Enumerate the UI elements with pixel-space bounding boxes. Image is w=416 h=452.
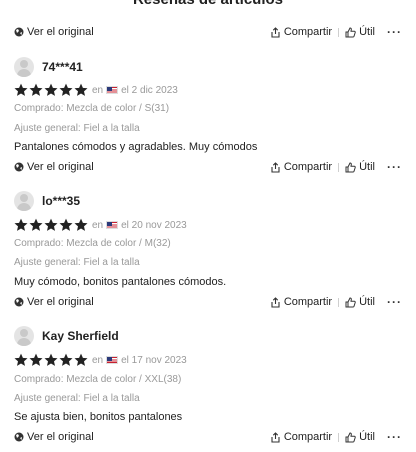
more-icon[interactable]: ··· xyxy=(387,431,402,443)
purchased-info: Comprado: Mezcla de color / S(31) xyxy=(14,103,170,114)
useful-button[interactable]: Útil xyxy=(345,161,375,173)
star-icon xyxy=(44,218,58,231)
thumbs-up-icon xyxy=(345,296,356,307)
us-flag-icon xyxy=(106,356,119,364)
reviewer: Kay Sherfield xyxy=(14,326,119,346)
share-icon xyxy=(271,296,280,308)
thumbs-up-icon xyxy=(345,431,356,442)
star-icon xyxy=(44,83,58,96)
see-original-link[interactable]: Ver el original xyxy=(14,296,94,308)
page-title: Reseñas de artículos xyxy=(0,0,416,8)
location-prefix: en xyxy=(92,219,104,231)
reviewer: 74***41 xyxy=(14,57,83,77)
thumbs-up-icon xyxy=(345,161,356,172)
star-icon xyxy=(29,83,43,96)
share-button[interactable]: Compartir xyxy=(270,431,332,443)
reviewer-name: 74***41 xyxy=(42,60,83,74)
star-icon xyxy=(44,353,58,366)
star-icon xyxy=(14,353,28,366)
action-bar: Ver el original Compartir Útil ··· xyxy=(0,428,416,446)
avatar-icon xyxy=(14,191,34,211)
share-icon xyxy=(271,431,280,443)
review-date: el 17 nov 2023 xyxy=(121,354,187,366)
divider xyxy=(338,432,340,442)
review-comment: Muy cómodo, bonitos pantalones cómodos. xyxy=(14,276,227,288)
reviewer: lo***35 xyxy=(14,191,80,211)
rating-row: en el 17 nov 2023 xyxy=(14,353,187,367)
star-rating xyxy=(14,218,88,232)
rating-row: en el 2 dic 2023 xyxy=(14,83,178,97)
share-button[interactable]: Compartir xyxy=(270,296,332,308)
divider xyxy=(338,27,340,37)
action-bar: Ver el original Compartir Útil ··· xyxy=(0,158,416,176)
star-icon xyxy=(29,353,43,366)
globe-icon xyxy=(14,27,24,37)
location-prefix: en xyxy=(92,84,104,96)
reviewer-name: lo***35 xyxy=(42,194,81,208)
share-icon xyxy=(271,161,280,173)
star-icon xyxy=(59,218,73,231)
fit-info: Ajuste general: Fiel a la talla xyxy=(14,257,140,268)
divider xyxy=(338,297,340,307)
review-comment: Se ajusta bien, bonitos pantalones xyxy=(14,411,183,423)
star-icon xyxy=(14,218,28,231)
star-icon xyxy=(14,83,28,96)
useful-button[interactable]: Útil xyxy=(345,431,375,443)
divider xyxy=(338,162,340,172)
review-date: el 2 dic 2023 xyxy=(121,84,178,96)
star-icon xyxy=(59,353,73,366)
share-button[interactable]: Compartir xyxy=(270,161,332,173)
star-icon xyxy=(74,353,88,366)
more-icon[interactable]: ··· xyxy=(387,161,402,173)
review-comment: Pantalones cómodos y agradables. Muy cóm… xyxy=(14,141,258,153)
star-icon xyxy=(74,83,88,96)
see-original-link[interactable]: Ver el original xyxy=(14,161,94,173)
see-original-link[interactable]: Ver el original xyxy=(14,431,94,443)
reviewer-name: Kay Sherfield xyxy=(42,329,119,343)
share-button[interactable]: Compartir xyxy=(270,26,332,38)
useful-button[interactable]: Útil xyxy=(345,26,375,38)
star-rating xyxy=(14,353,88,367)
star-icon xyxy=(29,218,43,231)
us-flag-icon xyxy=(106,221,119,229)
review-date: el 20 nov 2023 xyxy=(121,219,187,231)
more-icon[interactable]: ··· xyxy=(387,296,402,308)
rating-row: en el 20 nov 2023 xyxy=(14,218,187,232)
globe-icon xyxy=(14,162,24,172)
location-prefix: en xyxy=(92,354,104,366)
fit-info: Ajuste general: Fiel a la talla xyxy=(14,393,140,404)
avatar-icon xyxy=(14,57,34,77)
thumbs-up-icon xyxy=(345,26,356,37)
fit-info: Ajuste general: Fiel a la talla xyxy=(14,123,140,134)
purchased-info: Comprado: Mezcla de color / M(32) xyxy=(14,238,171,249)
globe-icon xyxy=(14,297,24,307)
star-icon xyxy=(74,218,88,231)
avatar-icon xyxy=(14,326,34,346)
purchased-info: Comprado: Mezcla de color / XXL(38) xyxy=(14,374,182,385)
more-icon[interactable]: ··· xyxy=(387,26,402,38)
see-original-link[interactable]: Ver el original xyxy=(14,26,94,38)
globe-icon xyxy=(14,432,24,442)
share-icon xyxy=(271,26,280,38)
action-bar: Ver el original Compartir Útil ··· xyxy=(0,293,416,311)
star-rating xyxy=(14,83,88,97)
us-flag-icon xyxy=(106,86,119,94)
useful-button[interactable]: Útil xyxy=(345,296,375,308)
action-bar: Ver el original Compartir Útil ··· xyxy=(0,23,416,41)
star-icon xyxy=(59,83,73,96)
